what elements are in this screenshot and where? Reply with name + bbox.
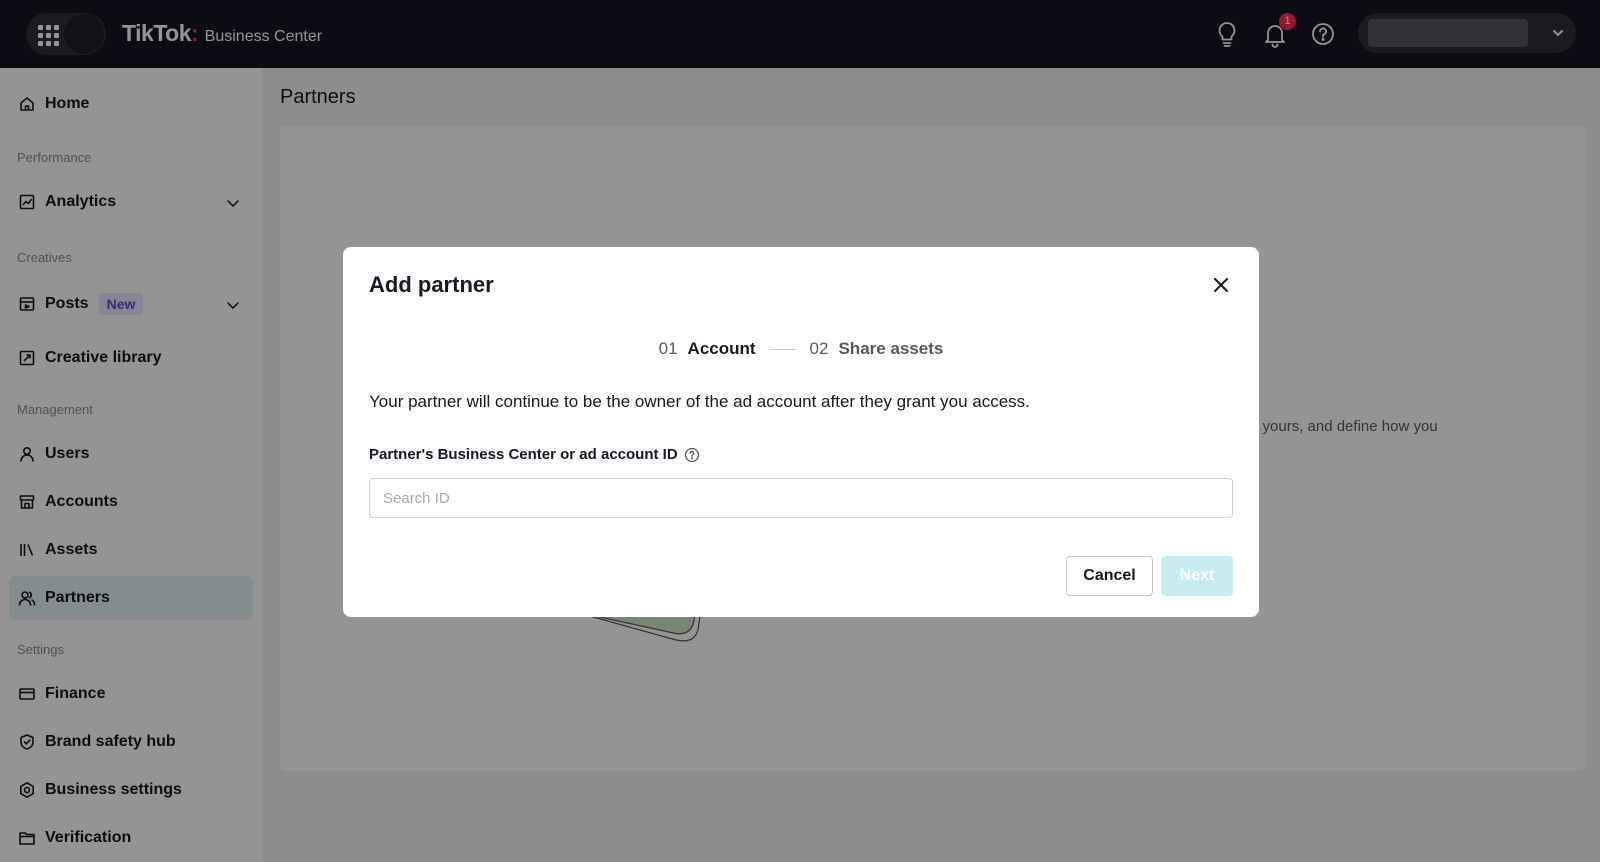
step-1-number: 01 — [658, 339, 678, 358]
partner-id-field-label: Partner's Business Center or ad account … — [369, 446, 700, 463]
close-icon[interactable] — [1209, 273, 1233, 297]
add-partner-dialog: Add partner 01 Account 02 Share assets Y… — [343, 247, 1259, 617]
partner-id-search-input[interactable] — [369, 478, 1233, 518]
cancel-button[interactable]: Cancel — [1066, 556, 1153, 596]
step-1-label: Account — [687, 339, 756, 358]
dialog-title: Add partner — [369, 272, 494, 297]
next-button[interactable]: Next — [1161, 556, 1233, 596]
step-indicator: 01 Account 02 Share assets — [343, 339, 1259, 359]
step-2-number: 02 — [809, 339, 829, 358]
help-circle-icon[interactable] — [684, 447, 700, 463]
field-label-text: Partner's Business Center or ad account … — [369, 446, 678, 463]
step-divider — [769, 348, 796, 350]
dialog-description: Your partner will continue to be the own… — [369, 392, 1030, 411]
step-2-label: Share assets — [838, 339, 944, 358]
